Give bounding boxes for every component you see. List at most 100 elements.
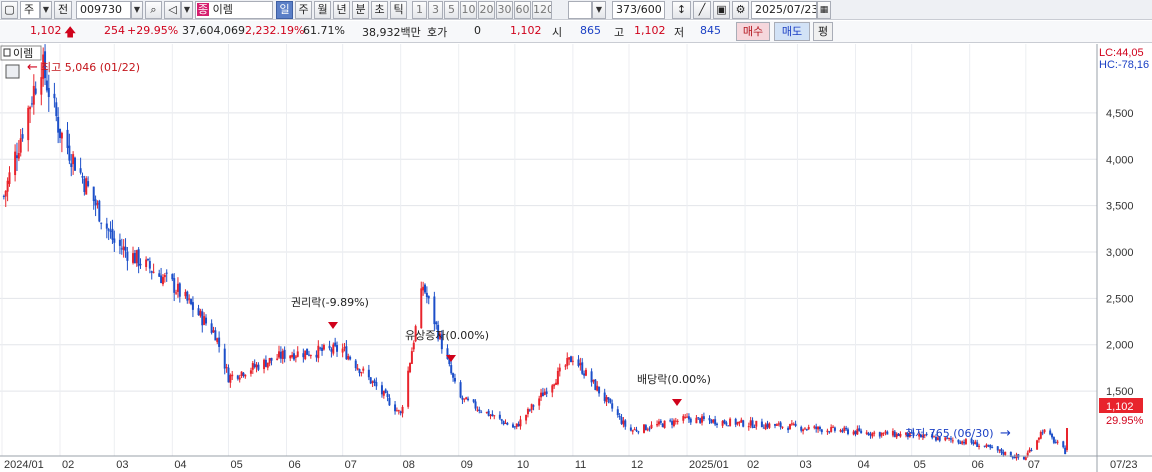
candle-body — [96, 203, 99, 205]
period-unit-button[interactable]: 일 — [276, 1, 293, 19]
x-tick-label: 2024/01 — [4, 459, 44, 471]
candle-body — [817, 426, 820, 430]
candle-body — [133, 252, 136, 264]
candle-body — [57, 116, 60, 133]
candle-body — [659, 420, 662, 423]
candle-body — [807, 426, 810, 430]
candle-body — [646, 429, 649, 431]
candle-body — [515, 423, 518, 427]
high-arrow-icon: ← — [27, 60, 38, 75]
custom-period-input[interactable] — [568, 1, 592, 19]
capital-event-label: 유상증자(0.00%) — [405, 329, 489, 342]
date-input[interactable]: 2025/07/23 — [751, 1, 817, 19]
period-unit-button[interactable]: 월 — [314, 1, 331, 19]
current-price: 1,102 — [30, 24, 62, 37]
candle-body — [820, 429, 823, 433]
candle-body — [511, 424, 514, 428]
period-dropdown-icon[interactable]: ▼ — [592, 1, 606, 19]
x-tick-label: 02 — [747, 459, 759, 471]
calendar-icon[interactable]: ▦ — [817, 1, 831, 19]
period-unit-button[interactable]: 분 — [352, 1, 369, 19]
layout-icon[interactable]: ▢ — [1, 1, 18, 19]
candle-body — [270, 357, 273, 361]
candle-body — [55, 102, 58, 117]
candle-body — [59, 128, 62, 138]
candle-body — [190, 299, 193, 305]
x-tick-label: 05 — [230, 459, 242, 471]
candle-body — [794, 423, 797, 426]
dividend-event-label: 배당락(0.00%) — [637, 373, 711, 386]
candle-body — [869, 434, 872, 436]
candle-body — [160, 275, 163, 284]
candle-body — [787, 427, 790, 431]
period-number-button[interactable]: 10 — [460, 1, 477, 19]
candle-body — [397, 410, 400, 412]
candle-body — [478, 409, 481, 412]
candle-body — [532, 405, 535, 407]
buy-button[interactable]: 매수 — [736, 22, 770, 41]
high-price: 1,102 — [634, 24, 666, 37]
market-dropdown-icon[interactable]: ▼ — [40, 1, 52, 19]
candle-body — [682, 416, 685, 421]
candle-body — [815, 426, 818, 430]
candle-body — [611, 403, 614, 409]
candle-body — [978, 445, 981, 447]
period-unit-button[interactable]: 주 — [295, 1, 312, 19]
candle-body — [81, 176, 84, 178]
settings-icon[interactable]: ⚙ — [732, 1, 749, 19]
x-tick-label: 11 — [575, 459, 586, 471]
candle-body — [1000, 449, 1003, 453]
period-number-button[interactable]: 3 — [428, 1, 443, 19]
period-number-button[interactable]: 30 — [496, 1, 513, 19]
candle-body — [107, 229, 110, 231]
candle-body — [60, 132, 63, 139]
candle-body — [598, 386, 601, 394]
candle-body — [963, 442, 966, 444]
candle-body — [266, 362, 269, 368]
save-icon[interactable]: ▣ — [713, 1, 730, 19]
candle-body — [584, 369, 587, 376]
speaker-dropdown-icon[interactable]: ▼ — [181, 1, 193, 19]
stock-code-input[interactable]: 009730 — [76, 1, 131, 19]
period-number-button[interactable]: 120 — [532, 1, 552, 19]
grid-table-icon[interactable] — [5, 64, 20, 79]
search-icon[interactable]: ⌕ — [145, 1, 162, 19]
candle-body — [714, 419, 717, 425]
candle-body — [109, 230, 112, 232]
period-number-button[interactable]: 60 — [514, 1, 531, 19]
code-dropdown-icon[interactable]: ▼ — [131, 1, 143, 19]
price-chart-canvas: 4,500 4,000 3,500 3,000 2,500 2,000 1,500 2024… — [0, 44, 1152, 472]
eval-button[interactable]: 평 — [813, 22, 833, 41]
candle-body — [878, 432, 881, 437]
candle-body — [98, 200, 101, 222]
candle-body — [407, 370, 410, 407]
chart-toolbar: ▢ 주 ▼ 전 009730 ▼ ⌕ ◁ ▼ 종 이렘 일 주 월 년 분 초 틱 1 3 5 10… — [0, 0, 1152, 20]
line-type-icon[interactable]: ╱ — [693, 1, 711, 19]
candle-body — [399, 411, 402, 413]
period-unit-button[interactable]: 틱 — [390, 1, 407, 19]
period-number-button[interactable]: 20 — [478, 1, 495, 19]
candle-body — [1004, 451, 1007, 455]
stock-name-field[interactable]: 종 이렘 — [195, 1, 273, 19]
volume: 37,604,069 — [182, 24, 245, 37]
candle-type-icon[interactable]: ↕ — [672, 1, 691, 19]
candle-body — [135, 250, 138, 264]
speaker-icon[interactable]: ◁ — [164, 1, 181, 19]
candle-body — [847, 429, 850, 434]
candle-body — [467, 398, 470, 401]
period-number-button[interactable]: 5 — [444, 1, 459, 19]
sell-button[interactable]: 매도 — [774, 22, 810, 41]
market-select[interactable]: 주 — [20, 1, 40, 19]
candle-body — [753, 426, 756, 428]
candle-body — [1022, 457, 1025, 460]
period-unit-button[interactable]: 초 — [371, 1, 388, 19]
candle-body — [186, 291, 189, 301]
candle-body — [1011, 456, 1014, 458]
period-number-button[interactable]: 1 — [412, 1, 427, 19]
chart-toggle-button[interactable]: 전 — [54, 1, 72, 19]
candle-body — [453, 378, 456, 382]
candle-body — [803, 428, 806, 430]
candle-body — [345, 346, 348, 360]
period-unit-button[interactable]: 년 — [333, 1, 350, 19]
candle-body — [268, 358, 271, 364]
